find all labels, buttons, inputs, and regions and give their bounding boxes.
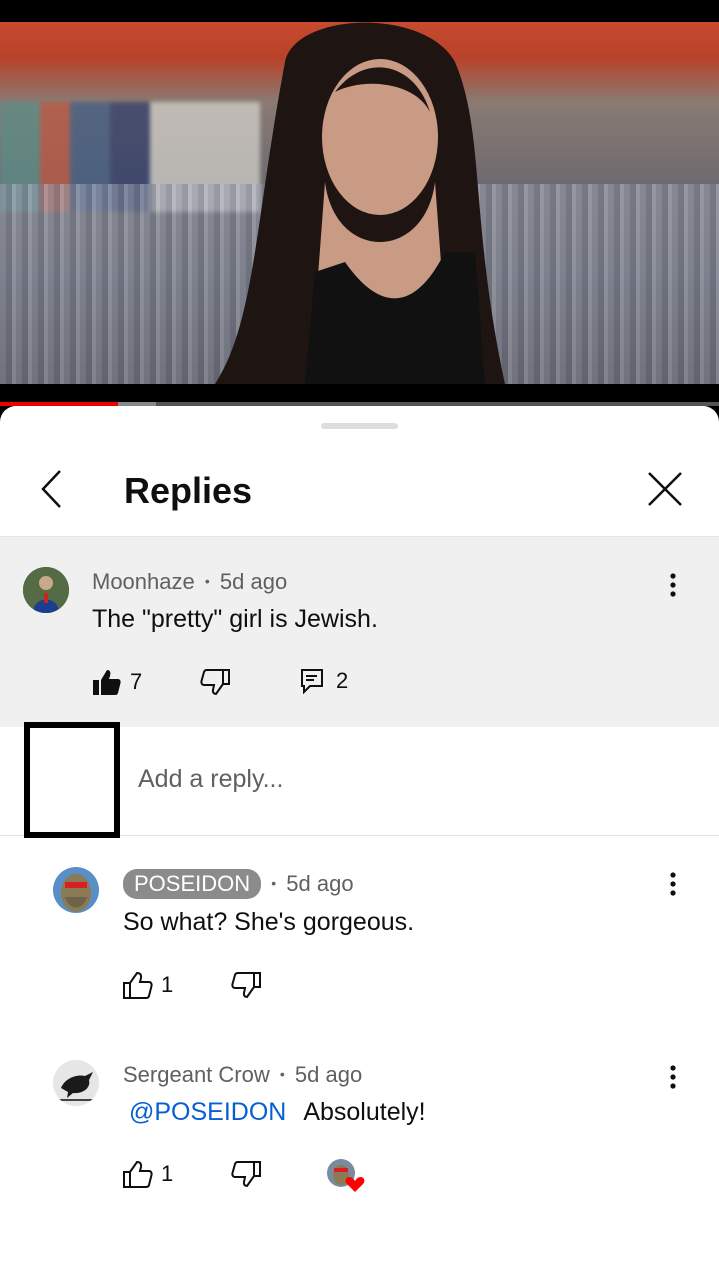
reply-composer: Add a reply... [0,722,719,838]
more-options-button[interactable] [663,1063,683,1093]
more-options-button[interactable] [663,571,683,601]
chevron-left-icon [41,470,61,508]
thumbs-down-icon [231,1161,261,1188]
sheet-title: Replies [124,470,253,511]
comment-meta: POSEIDON • 5d ago [123,869,354,899]
video-player[interactable] [0,22,719,384]
vertical-dots-icon [670,1065,676,1089]
vertical-dots-icon [670,872,676,896]
dislike-button[interactable] [231,971,261,999]
user-avatar-image [53,867,99,913]
thumbs-up-filled-icon [93,670,121,695]
dislike-button[interactable] [231,1160,261,1188]
comment-meta: Sergeant Crow • 5d ago [123,1062,362,1088]
replies-count: 2 [336,668,349,693]
comment-time[interactable]: 5d ago [286,871,353,896]
comment-author[interactable]: Sergeant Crow [123,1062,270,1087]
like-button[interactable]: 1 [123,971,173,999]
mention-link[interactable]: @POSEIDON [123,1098,292,1126]
thumbs-down-icon [200,669,230,696]
creator-heart-icon [327,1159,365,1192]
avatar[interactable] [23,567,69,613]
drag-handle[interactable] [321,423,398,429]
user-avatar-image [53,1060,99,1106]
comment-text: The "pretty" girl is Jewish. [92,605,378,633]
comment-text: So what? She's gorgeous. [123,908,415,936]
close-icon [648,472,682,506]
author-badge[interactable]: POSEIDON [123,869,262,899]
comment-time[interactable]: 5d ago [295,1062,362,1087]
avatar[interactable] [53,867,99,913]
comment-icon [301,669,323,694]
more-options-button[interactable] [663,870,683,900]
comment-author[interactable]: Moonhaze [92,569,195,594]
sheet-header: Replies [0,442,719,537]
thumbs-up-icon [123,971,153,999]
thumbs-down-icon [231,972,261,999]
creator-heart-badge [326,1158,366,1194]
back-button[interactable] [30,467,74,511]
parent-comment: Moonhaze • 5d ago The "pretty" girl is J… [0,537,719,727]
like-count: 1 [161,1161,174,1186]
like-count: 1 [161,972,174,997]
reply-input[interactable]: Add a reply... [138,765,283,794]
user-avatar-image [23,567,69,613]
avatar[interactable] [53,1060,99,1106]
meta-separator: • [271,875,277,891]
comment-text: @POSEIDON Absolutely! [123,1098,426,1127]
vertical-dots-icon [670,573,676,597]
replies-sheet: Replies Moonhaze • 5d ago The "pretty" g… [0,406,719,1280]
close-button[interactable] [643,467,687,511]
replies-count-button[interactable]: 2 [300,668,348,694]
video-frame-person [215,22,505,384]
meta-separator: • [279,1066,285,1082]
like-count: 7 [130,669,143,694]
like-button[interactable]: 1 [123,1160,173,1188]
current-user-avatar [24,722,120,838]
dislike-button[interactable] [200,668,230,696]
like-button[interactable]: 7 [92,668,142,696]
comment-meta: Moonhaze • 5d ago [92,569,287,595]
thumbs-up-icon [123,1160,153,1188]
meta-separator: • [204,573,210,589]
comment-time[interactable]: 5d ago [220,569,287,594]
reply-text: Absolutely! [303,1098,426,1126]
